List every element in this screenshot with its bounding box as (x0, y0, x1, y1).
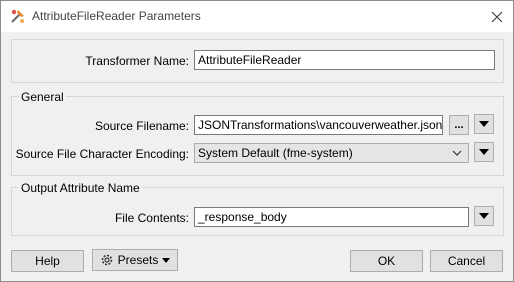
general-group: Source Filename: JSONTransformations\van… (11, 96, 504, 176)
source-filename-menu-button[interactable] (474, 114, 494, 134)
help-button[interactable]: Help (11, 250, 84, 272)
source-filename-label: Source Filename: (94, 119, 189, 133)
encoding-select[interactable]: System Default (fme-system) (194, 143, 469, 163)
source-filename-input[interactable]: JSONTransformations\vancouverweather.jso… (194, 115, 443, 135)
file-contents-menu-button[interactable] (474, 206, 494, 226)
presets-label: Presets (117, 253, 159, 267)
ok-button[interactable]: OK (350, 250, 423, 272)
title-bar: AttributeFileReader Parameters (1, 1, 513, 32)
file-contents-label: File Contents: (114, 211, 189, 225)
triangle-down-icon (479, 121, 489, 127)
ok-label: OK (377, 254, 396, 268)
presets-button[interactable]: Presets (92, 249, 178, 271)
encoding-value: System Default (fme-system) (198, 146, 353, 160)
transformer-name-panel: Transformer Name: AttributeFileReader (11, 39, 504, 83)
browse-button[interactable]: ... (449, 115, 469, 135)
browse-label: ... (454, 119, 464, 131)
output-group-title: Output Attribute Name (19, 181, 142, 195)
encoding-menu-button[interactable] (474, 142, 494, 162)
help-label: Help (35, 254, 60, 268)
general-group-title: General (19, 90, 66, 104)
triangle-down-icon (479, 149, 489, 155)
cancel-label: Cancel (447, 254, 486, 268)
gear-icon (101, 254, 112, 266)
dialog-window: AttributeFileReader Parameters Transform… (0, 0, 514, 282)
triangle-down-icon (162, 257, 171, 263)
window-title: AttributeFileReader Parameters (32, 9, 201, 23)
close-icon[interactable] (487, 7, 507, 27)
chevron-down-icon (452, 150, 462, 156)
encoding-label: Source File Character Encoding: (15, 147, 189, 161)
fme-transformer-icon (11, 9, 24, 23)
triangle-down-icon (479, 213, 489, 219)
file-contents-input[interactable]: _response_body (194, 207, 469, 227)
transformer-name-label: Transformer Name: (85, 54, 189, 68)
transformer-name-input[interactable]: AttributeFileReader (194, 50, 495, 70)
cancel-button[interactable]: Cancel (430, 250, 503, 272)
